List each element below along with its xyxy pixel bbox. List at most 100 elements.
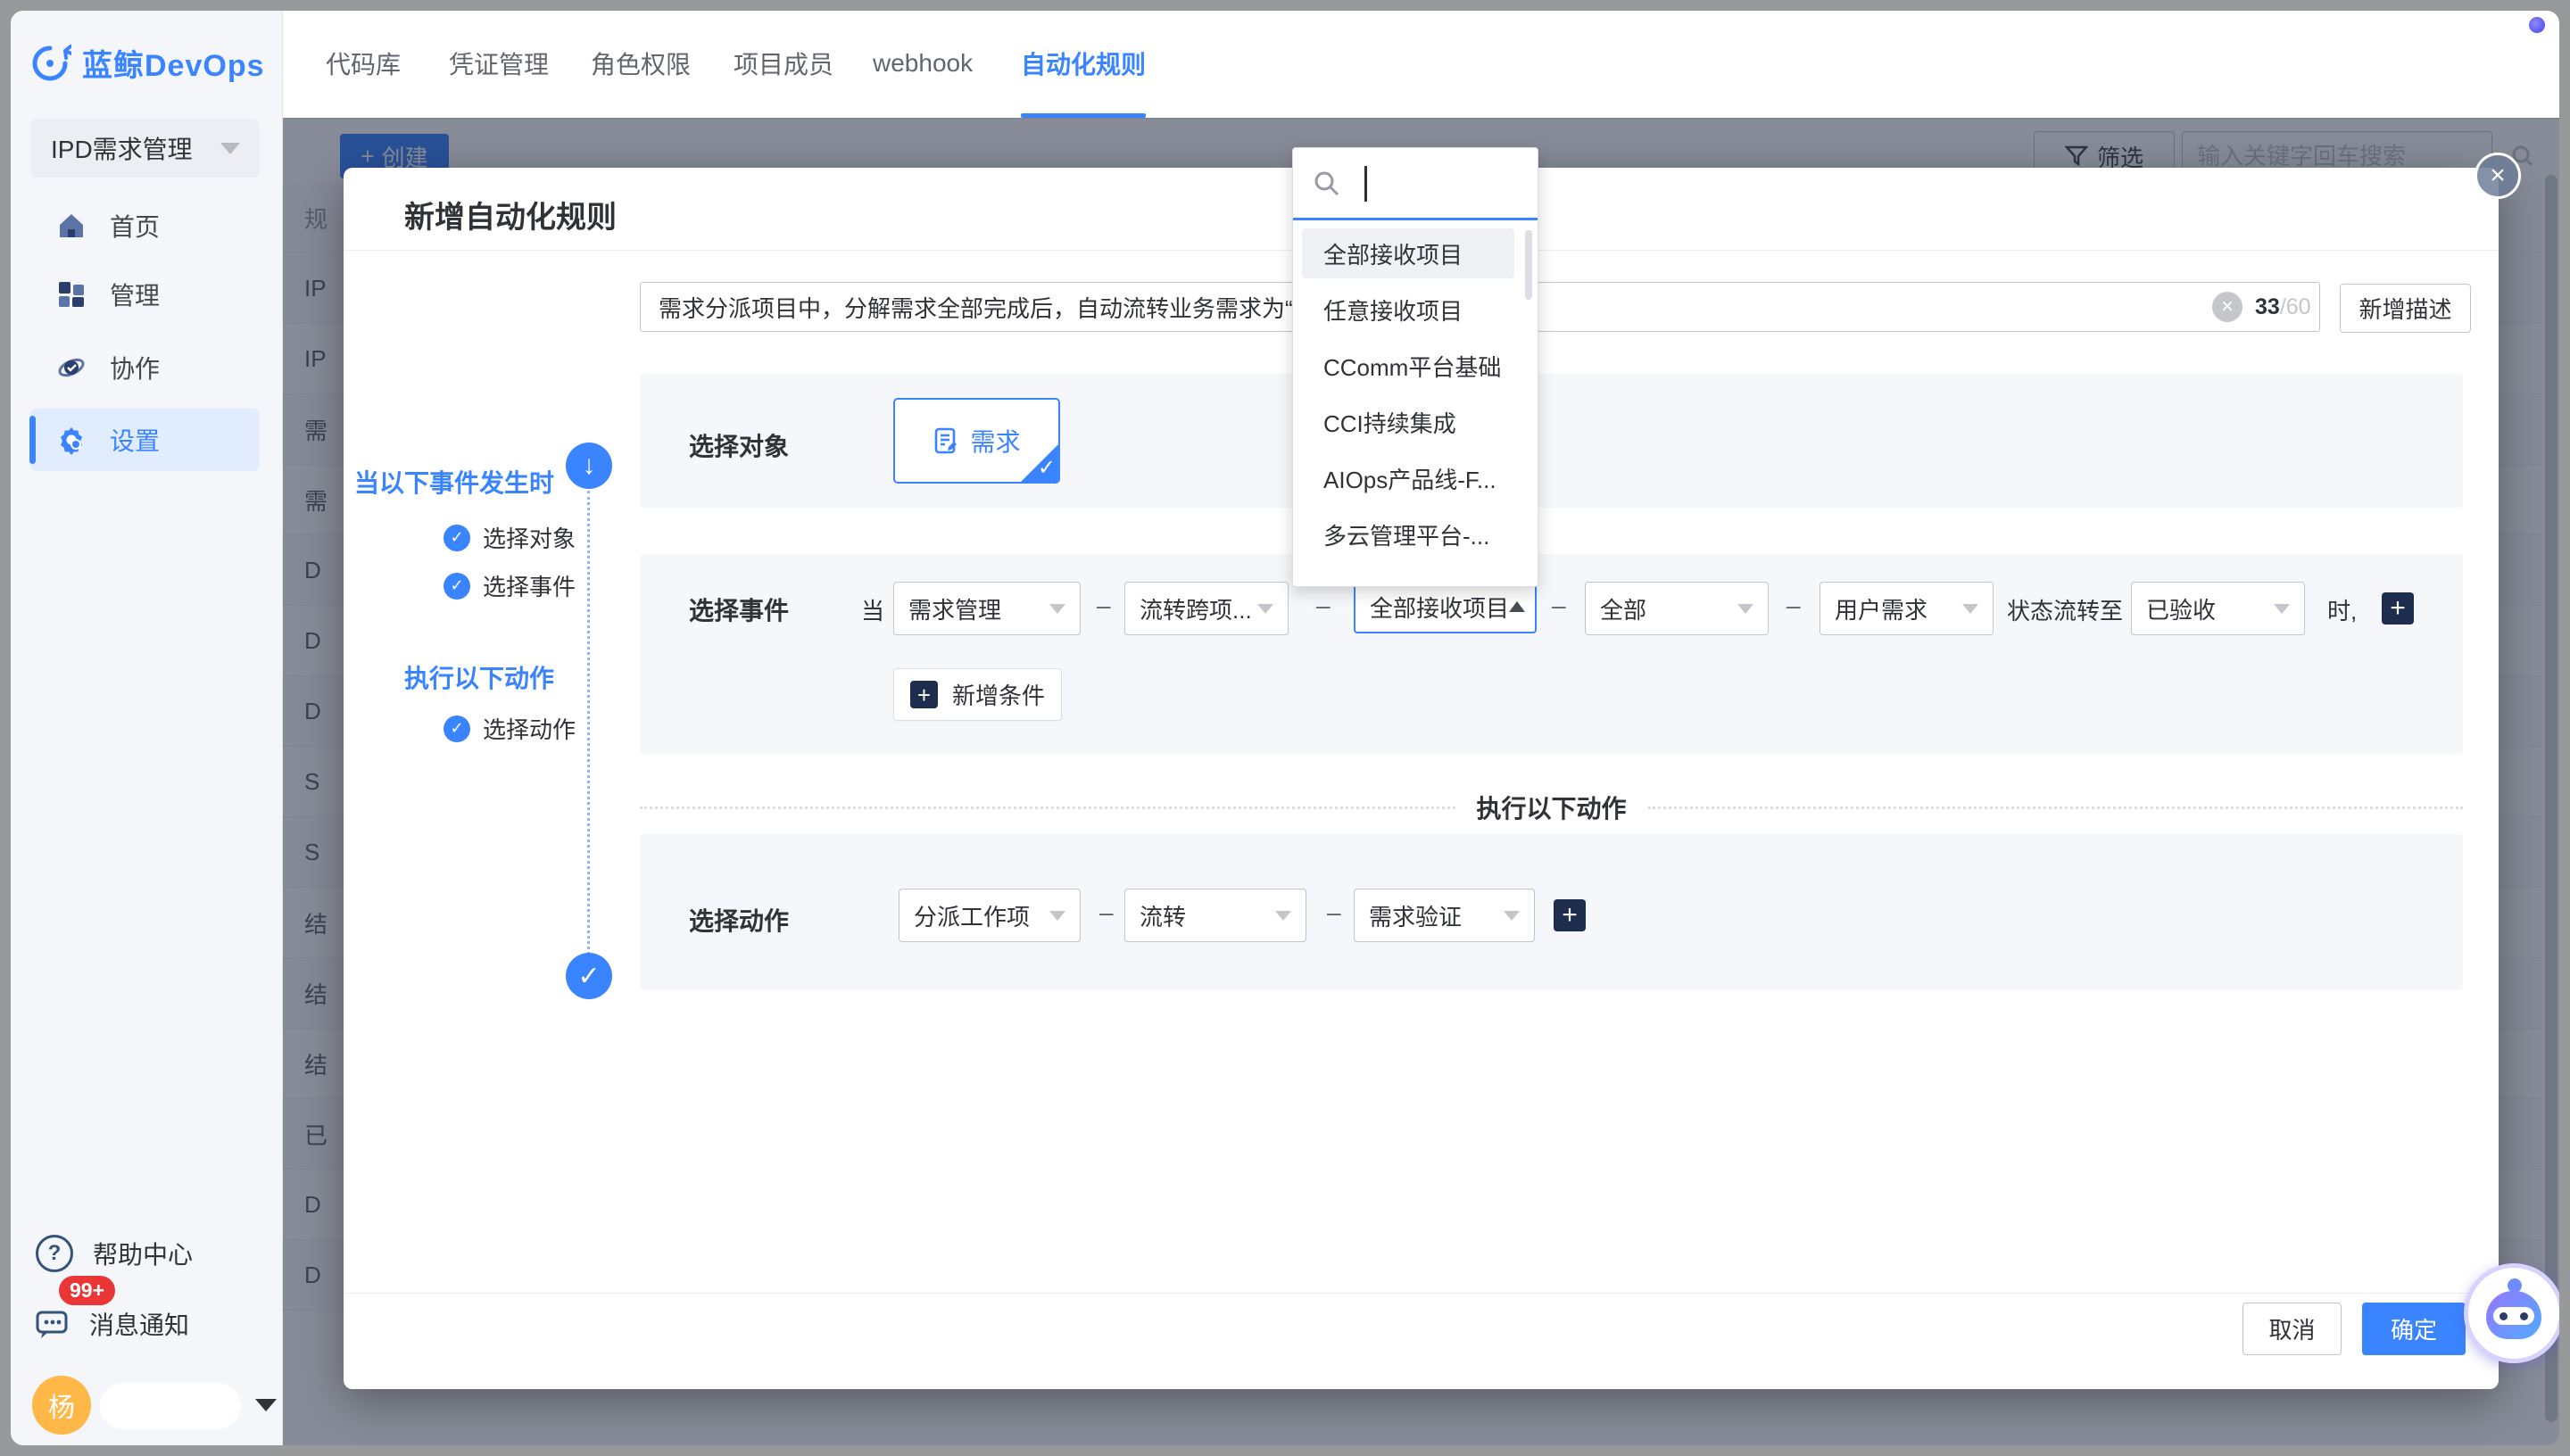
separator-dash: – — [1787, 592, 1801, 620]
separator-dash: – — [1097, 592, 1111, 620]
logo-text: 蓝鲸DevOps — [82, 41, 265, 85]
tab-code-repo[interactable]: 代码库 — [326, 9, 401, 118]
blueking-logo[interactable]: 蓝鲸DevOps — [29, 41, 265, 85]
modal-title: 新增自动化规则 — [404, 193, 617, 236]
app-window: 蓝鲸DevOps IPD需求管理 首页 管理 协作 — [9, 9, 2561, 1447]
select-event-label: 选择事件 — [689, 592, 789, 627]
chevron-down-icon — [1962, 604, 1978, 614]
sidebar-item-home[interactable]: 首页 — [29, 194, 260, 257]
tab-webhook[interactable]: webhook — [873, 9, 973, 118]
chevron-down-icon — [1257, 604, 1273, 614]
event-select-flow-type[interactable]: 流转跨项... — [1124, 582, 1289, 635]
separator-dash: – — [1327, 898, 1341, 927]
divider-line — [640, 807, 1455, 809]
stepper-step-object: ✓ 选择对象 — [444, 521, 576, 554]
dropdown-options: 全部接收项目 任意接收项目 CComm平台基础 CCI持续集成 AIOps产品线… — [1293, 227, 1538, 581]
add-description-button[interactable]: 新增描述 — [2340, 284, 2471, 333]
dropdown-search[interactable] — [1293, 148, 1538, 218]
clear-icon[interactable]: × — [2212, 292, 2243, 322]
modal-footer-divider — [344, 1293, 2499, 1294]
select-event-panel: 选择事件 当 需求管理 – 流转跨项... – 全部接收项目 – 全部 – 用户… — [640, 554, 2463, 754]
event-select-req-type[interactable]: 用户需求 — [1820, 582, 1994, 635]
stepper-then-title: 执行以下动作 — [349, 659, 554, 695]
char-counter: 33/60 — [2255, 294, 2311, 320]
add-action-button[interactable]: + — [1554, 899, 1586, 931]
event-select-workitem[interactable]: 需求管理 — [893, 582, 1081, 635]
check-circle-icon: ✓ — [444, 525, 470, 551]
text-cursor — [1364, 166, 1367, 202]
modal-close-button[interactable]: × — [2475, 153, 2521, 199]
select-object-label: 选择对象 — [689, 427, 789, 463]
divider-label: 执行以下动作 — [1477, 790, 1627, 825]
robot-icon — [2486, 1291, 2541, 1339]
help-center-link[interactable]: ? 帮助中心 — [36, 1235, 193, 1272]
check-icon: ✓ — [1038, 455, 1056, 481]
avatar[interactable]: 杨 — [32, 1376, 91, 1435]
status-flow-text: 状态流转至 — [2007, 593, 2123, 626]
notification-dot — [2529, 17, 2545, 33]
dropdown-scrollbar[interactable] — [1525, 230, 1532, 300]
search-icon — [1313, 170, 1341, 198]
event-select-scope[interactable]: 全部 — [1585, 582, 1769, 635]
add-condition-button[interactable]: + 新增条件 — [893, 668, 1062, 721]
select-object-panel: 选择对象 需求 ✓ — [640, 374, 2463, 508]
action-select-flow[interactable]: 流转 — [1124, 889, 1306, 942]
notification-count-badge: 99+ — [59, 1276, 115, 1305]
cancel-button[interactable]: 取消 — [2243, 1303, 2342, 1355]
notifications-link[interactable]: 消息通知 — [36, 1306, 189, 1342]
active-indicator-bar — [29, 416, 36, 464]
search-focus-underline — [1293, 218, 1538, 220]
blocks-icon — [56, 279, 87, 310]
chevron-down-icon — [1049, 911, 1065, 921]
event-select-project-open[interactable]: 全部接收项目 — [1354, 580, 1537, 633]
blueking-logo-icon — [29, 42, 71, 85]
chevron-down-icon[interactable] — [255, 1399, 277, 1411]
option-all-receiving[interactable]: 全部接收项目 — [1302, 228, 1514, 278]
project-selector[interactable]: IPD需求管理 — [31, 119, 260, 178]
sidebar-item-collab[interactable]: 协作 — [29, 336, 260, 399]
robot-eyes — [2493, 1307, 2534, 1325]
sidebar-item-label: 首页 — [110, 208, 160, 244]
sidebar-item-manage[interactable]: 管理 — [29, 263, 260, 326]
separator-dash: – — [1552, 592, 1566, 620]
assistant-robot-button[interactable] — [2464, 1263, 2561, 1363]
select-action-label: 选择动作 — [689, 902, 789, 938]
option-any-receiving[interactable]: 任意接收项目 — [1302, 285, 1514, 335]
sidebar-item-settings[interactable]: 设置 — [29, 409, 260, 471]
add-event-button[interactable]: + — [2382, 592, 2414, 625]
tab-members[interactable]: 项目成员 — [734, 9, 833, 118]
tab-credentials[interactable]: 凭证管理 — [449, 9, 549, 118]
object-card-requirement[interactable]: 需求 ✓ — [893, 398, 1060, 484]
home-icon — [56, 211, 87, 241]
project-selector-label: IPD需求管理 — [51, 130, 193, 166]
chevron-down-icon — [220, 143, 240, 154]
arrow-down-circle-icon: ↓ — [566, 443, 612, 489]
check-circle-icon: ✓ — [444, 716, 470, 742]
close-icon: × — [2490, 161, 2506, 191]
document-icon — [933, 427, 959, 454]
chevron-down-icon — [1275, 911, 1291, 921]
divider-line — [1648, 807, 2464, 809]
sidebar-item-label: 设置 — [110, 422, 160, 458]
stepper-step-action: ✓ 选择动作 — [444, 712, 576, 745]
action-select-dispatch[interactable]: 分派工作项 — [899, 889, 1081, 942]
chevron-down-icon — [2274, 604, 2290, 614]
option-multicloud[interactable]: 多云管理平台-... — [1302, 509, 1514, 559]
tab-automation-rules[interactable]: 自动化规则 — [1021, 9, 1146, 118]
confirm-button[interactable]: 确定 — [2362, 1303, 2466, 1355]
separator-dash: – — [1316, 592, 1331, 620]
event-suffix-text: 时, — [2327, 593, 2357, 626]
message-icon — [36, 1309, 70, 1339]
option-cci[interactable]: CCI持续集成 — [1302, 397, 1514, 447]
chevron-down-icon — [1049, 604, 1065, 614]
chevron-down-icon — [1504, 911, 1520, 921]
gear-icon — [56, 425, 87, 455]
option-ccomm[interactable]: CComm平台基础 — [1302, 341, 1514, 391]
username-pill — [100, 1383, 241, 1429]
action-select-verify[interactable]: 需求验证 — [1354, 889, 1535, 942]
check-circle-icon-large: ✓ — [566, 953, 612, 999]
tab-roles[interactable]: 角色权限 — [591, 9, 691, 118]
event-select-status[interactable]: 已验收 — [2131, 582, 2305, 635]
help-label: 帮助中心 — [93, 1236, 193, 1271]
option-aiops[interactable]: AIOps产品线-F... — [1302, 453, 1514, 503]
